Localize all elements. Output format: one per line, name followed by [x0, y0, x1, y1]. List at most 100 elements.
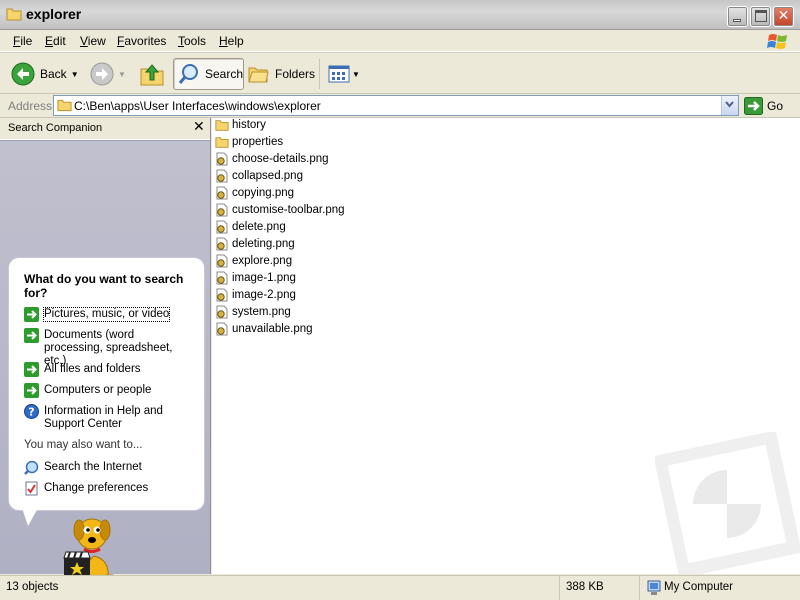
minimize-button[interactable]: [727, 6, 748, 27]
views-button[interactable]: ▼: [328, 58, 360, 90]
file-name: collapsed.png: [232, 170, 303, 182]
windows-logo-icon: [767, 34, 787, 49]
status-size-cell: 388 KB: [560, 576, 640, 600]
pane-title: Search Companion: [8, 122, 103, 134]
pane-header: Search Companion ✕: [0, 118, 210, 140]
back-button[interactable]: Back ▼: [11, 58, 79, 90]
maximize-icon: [755, 10, 767, 22]
file-name: image-2.png: [232, 289, 296, 301]
menu-edit[interactable]: Edit: [45, 34, 66, 48]
menu-help[interactable]: Help: [219, 34, 244, 48]
search-internet-option[interactable]: Search the Internet: [24, 460, 194, 475]
list-item[interactable]: system.png: [215, 304, 291, 320]
forward-dropdown-icon[interactable]: ▼: [118, 70, 126, 79]
views-dropdown-icon[interactable]: ▼: [352, 70, 360, 79]
search-option-label: All files and folders: [44, 363, 141, 375]
menu-edit-accel: E: [45, 34, 54, 48]
search-button[interactable]: Search: [173, 58, 244, 90]
back-arrow-icon: [11, 62, 35, 86]
go-button[interactable]: Go: [744, 96, 783, 115]
minimize-icon: [733, 19, 741, 22]
chevron-down-icon: [725, 101, 734, 108]
status-bar: 13 objects 388 KB My Computer: [0, 575, 800, 600]
menu-bar: File Edit View Favorites Tools Help: [0, 30, 800, 52]
address-bar: Address C:\Ben\apps\User Interfaces\wind…: [0, 94, 800, 118]
preferences-icon: [25, 481, 38, 496]
search-option-pictures[interactable]: Pictures, music, or video: [24, 307, 194, 322]
menu-view-label: iew: [87, 34, 106, 48]
back-dropdown-icon[interactable]: ▼: [71, 70, 79, 79]
file-name: copying.png: [232, 187, 295, 199]
status-objects: 13 objects: [6, 581, 59, 593]
pane-close-icon[interactable]: ✕: [193, 119, 205, 135]
search-question: What do you want to search for?: [24, 272, 184, 300]
file-name: explore.png: [232, 255, 293, 267]
list-item[interactable]: deleting.png: [215, 236, 295, 252]
window-title: explorer: [26, 6, 82, 22]
search-option-label: Computers or people: [44, 384, 152, 396]
search-option-help[interactable]: ? Information in Help and Support Center: [24, 404, 194, 431]
png-file-icon: [216, 186, 228, 200]
list-item[interactable]: history: [215, 117, 266, 133]
file-list[interactable]: history properties choose-details.png co…: [212, 118, 800, 574]
search-option-all-files[interactable]: All files and folders: [24, 362, 194, 377]
png-file-icon: [216, 152, 228, 166]
list-item[interactable]: explore.png: [215, 253, 292, 269]
toolbar: Back ▼ ▼ Search Folders ▼: [0, 52, 800, 94]
arrow-icon: [24, 383, 39, 398]
file-name: deleting.png: [232, 238, 295, 250]
file-name: history: [232, 119, 266, 131]
list-item[interactable]: collapsed.png: [215, 168, 303, 184]
maximize-button[interactable]: [750, 6, 771, 27]
file-name: choose-details.png: [232, 153, 329, 165]
search-companion-pane: Search Companion ✕ What do you want to s…: [0, 118, 211, 589]
list-item[interactable]: customise-toolbar.png: [215, 202, 345, 218]
go-label: Go: [767, 98, 784, 113]
address-input[interactable]: C:\Ben\apps\User Interfaces\windows\expl…: [53, 95, 739, 116]
menu-view-accel: V: [80, 34, 88, 48]
list-item[interactable]: unavailable.png: [215, 321, 313, 337]
close-button[interactable]: ✕: [773, 6, 794, 27]
png-file-icon: [216, 254, 228, 268]
internet-search-icon: [24, 460, 39, 475]
title-bar[interactable]: explorer ✕: [0, 0, 800, 30]
list-item[interactable]: delete.png: [215, 219, 286, 235]
status-location: My Computer: [664, 581, 734, 593]
menu-view[interactable]: View: [80, 34, 106, 48]
menu-file[interactable]: File: [13, 34, 32, 48]
toolbar-separator: [319, 59, 320, 89]
menu-tools-label: ools: [184, 34, 207, 48]
list-item[interactable]: properties: [215, 134, 283, 150]
bubble-tail: [22, 508, 38, 526]
address-label: Address: [8, 99, 53, 113]
change-preferences-option[interactable]: Change preferences: [24, 481, 194, 496]
my-computer-icon: [647, 580, 661, 595]
png-file-icon: [216, 169, 228, 183]
back-label: Back: [40, 67, 67, 81]
file-name: system.png: [232, 306, 291, 318]
folders-button[interactable]: Folders: [248, 58, 315, 90]
up-button[interactable]: [139, 58, 165, 90]
address-dropdown-button[interactable]: [721, 96, 738, 115]
forward-button[interactable]: ▼: [90, 58, 126, 90]
search-icon: [178, 64, 198, 84]
status-size: 388 KB: [566, 581, 604, 593]
list-item[interactable]: copying.png: [215, 185, 294, 201]
list-item[interactable]: image-1.png: [215, 270, 296, 286]
png-file-icon: [216, 305, 228, 319]
status-objects-cell: 13 objects: [0, 576, 560, 600]
search-bubble: What do you want to search for? Pictures…: [9, 258, 204, 510]
folder-up-icon: [140, 64, 164, 86]
close-icon: ✕: [777, 8, 790, 24]
menu-tools[interactable]: Tools: [178, 34, 206, 48]
list-item[interactable]: choose-details.png: [215, 151, 329, 167]
list-item[interactable]: image-2.png: [215, 287, 296, 303]
file-name: customise-toolbar.png: [232, 204, 345, 216]
file-name: image-1.png: [232, 272, 296, 284]
menu-favorites-label: avorites: [124, 34, 167, 48]
folder-icon: [215, 137, 229, 148]
png-file-icon: [216, 220, 228, 234]
menu-favorites[interactable]: Favorites: [117, 34, 166, 48]
search-option-computers[interactable]: Computers or people: [24, 383, 194, 398]
folder-icon: [6, 8, 22, 21]
